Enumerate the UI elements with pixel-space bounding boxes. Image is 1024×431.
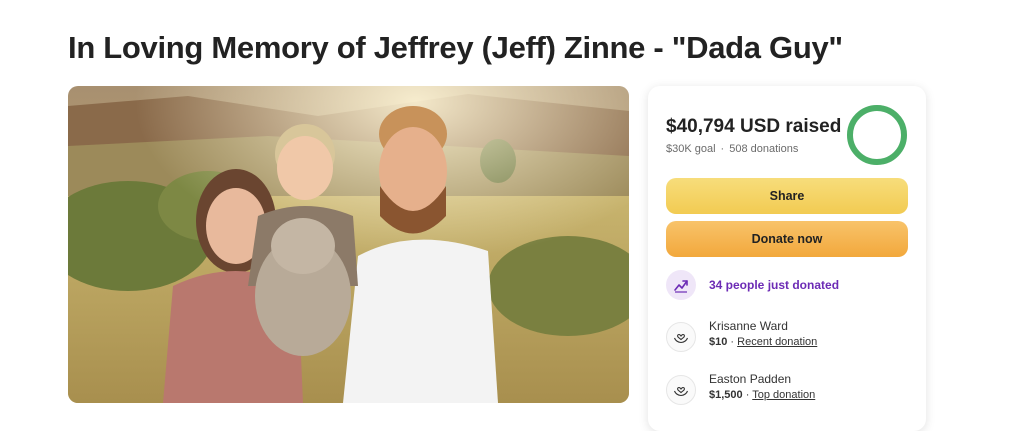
fundraiser-meta: $30K goal · 508 donations — [666, 143, 798, 155]
photo-illustration — [68, 86, 629, 403]
share-button[interactable]: Share — [666, 178, 908, 214]
donor-name: Krisanne Ward — [709, 319, 788, 333]
donor-item: Krisanne Ward $10 · Recent donation — [666, 318, 817, 352]
donation-card: $40,794 USD raised $30K goal · 508 donatio… — [648, 86, 926, 431]
donate-now-button[interactable]: Donate now — [666, 221, 908, 257]
donation-type-link[interactable]: Top donation — [752, 389, 815, 401]
donor-amount: $10 — [709, 336, 728, 348]
donor-item: Easton Padden $1,500 · Top donation — [666, 371, 815, 405]
recent-activity-text: 34 people just donated — [709, 278, 840, 292]
raised-suffix: USD raised — [739, 116, 842, 137]
progress-ring — [847, 105, 907, 165]
heart-hands-icon — [666, 322, 696, 352]
amount-raised: $40,794 USD raised — [666, 116, 841, 138]
goal-text: $30K goal — [666, 143, 716, 155]
meta-separator: · — [720, 143, 725, 155]
trending-up-icon — [666, 270, 696, 300]
donor-amount: $1,500 — [709, 389, 743, 401]
raised-amount: $40,794 — [666, 116, 735, 137]
recent-activity[interactable]: 34 people just donated — [666, 270, 839, 300]
donation-type-link[interactable]: Recent donation — [737, 336, 817, 348]
donor-separator: · — [730, 336, 735, 348]
donation-count: 508 donations — [729, 143, 799, 155]
heart-hands-icon — [666, 375, 696, 405]
donor-separator: · — [745, 389, 750, 401]
page-title: In Loving Memory of Jeffrey (Jeff) Zinne… — [68, 30, 843, 65]
fundraiser-photo — [68, 86, 629, 403]
donor-name: Easton Padden — [709, 372, 792, 386]
